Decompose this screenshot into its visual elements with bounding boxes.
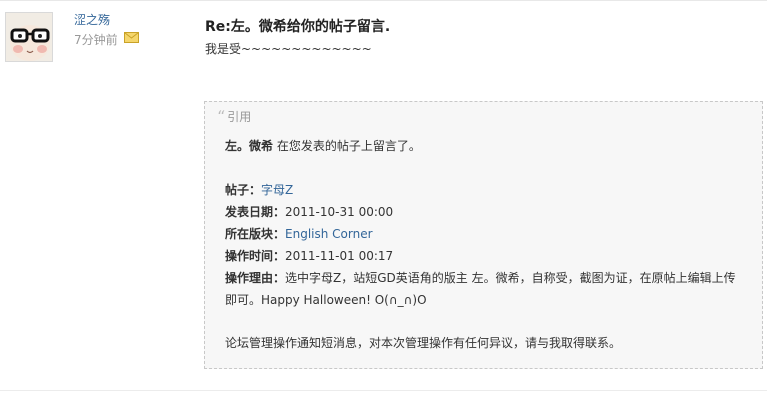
quote-header-label: 引用: [227, 110, 252, 124]
quote-board-link[interactable]: English Corner: [285, 227, 373, 241]
quote-date-row: 发表日期：2011-10-31 00:00: [225, 203, 393, 220]
quote-thread-row: 帖子：字母Z: [225, 181, 293, 198]
quote-header: “ 引用: [217, 108, 251, 125]
bottom-divider: [0, 390, 767, 391]
top-divider: [0, 0, 767, 1]
post-title: Re:左。微希给你的帖子留言.: [205, 19, 391, 35]
post-body: 我是受~~~~~~~~~~~~~: [205, 42, 372, 56]
quote-intro: 左。微希 在您发表的帖子上留言了。: [225, 137, 421, 154]
quote-optime-label: 操作时间：: [225, 249, 286, 263]
mail-icon[interactable]: [124, 32, 139, 43]
author-name[interactable]: 涩之殇: [74, 11, 110, 28]
quote-board-label: 所在版块：: [225, 227, 286, 241]
quote-intro-text: 在您发表的帖子上留言了。: [276, 139, 421, 153]
post-time: 7分钟前: [74, 33, 118, 47]
quote-date-value: 2011-10-31 00:00: [285, 205, 394, 219]
quote-mark-icon: “: [217, 106, 226, 126]
quote-reason-label: 操作理由：: [225, 271, 286, 285]
quote-optime-value: 2011-11-01 00:17: [285, 249, 394, 263]
quote-reason-row: 操作理由：选中字母Z，站短GD英语角的版主 左。微希，自称受，截图为证，在原帖上…: [225, 269, 736, 286]
quote-footer: 论坛管理操作通知短消息，对本次管理操作有任何异议，请与我取得联系。: [225, 336, 622, 350]
quote-thread-link[interactable]: 字母Z: [261, 183, 293, 197]
quote-board-row: 所在版块：English Corner: [225, 225, 373, 242]
quote-optime-row: 操作时间：2011-11-01 00:17: [225, 247, 393, 264]
quote-reason-continuation: 即可。Happy Halloween! O(∩_∩)O: [225, 293, 427, 307]
quote-reason-line1: 选中字母Z，站短GD英语角的版主 左。微希，自称受，截图为证，在原帖上编辑上传: [285, 271, 736, 285]
quote-thread-label: 帖子：: [225, 183, 262, 197]
quote-intro-name: 左。微希: [225, 139, 274, 153]
avatar[interactable]: [5, 12, 53, 62]
quote-date-label: 发表日期：: [225, 205, 286, 219]
quote-block: “ 引用 左。微希 在您发表的帖子上留言了。 帖子：字母Z 发表日期：2011-…: [204, 101, 763, 369]
